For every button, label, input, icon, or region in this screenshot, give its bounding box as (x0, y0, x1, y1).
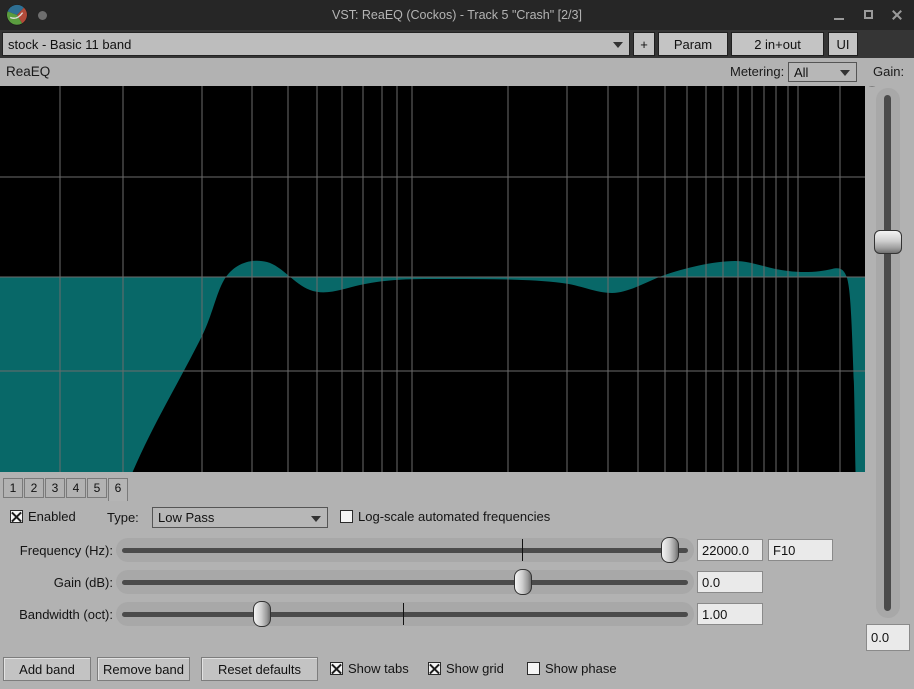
plugin-window: VST: ReaEQ (Cockos) - Track 5 "Crash" [2… (0, 0, 914, 689)
reset-defaults-button[interactable]: Reset defaults (201, 657, 318, 681)
enabled-label: Enabled (28, 509, 76, 524)
slider-track (122, 580, 688, 585)
gain-db-label: Gain (dB): (3, 575, 113, 590)
tab-band-4[interactable]: 4 (66, 478, 86, 498)
remove-band-button[interactable]: Remove band (97, 657, 190, 681)
eq-graph-panel (0, 86, 865, 472)
slider-track (122, 548, 688, 553)
bandwidth-slider[interactable] (116, 602, 694, 626)
show-tabs-checkbox[interactable] (330, 662, 343, 675)
preset-toolbar: stock - Basic 11 band + Param 2 in+out U… (0, 30, 914, 58)
log-scale-checkbox[interactable] (340, 510, 353, 523)
chevron-down-icon (311, 516, 321, 522)
eq-graph[interactable] (0, 86, 865, 472)
show-phase-checkbox[interactable] (527, 662, 540, 675)
log-scale-label: Log-scale automated frequencies (358, 509, 550, 524)
enabled-control: Enabled (10, 509, 76, 524)
bandwidth-label: Bandwidth (oct): (3, 607, 113, 622)
metering-label: Metering: (730, 58, 784, 86)
frequency-shortcut[interactable]: F10 (768, 539, 833, 561)
bandwidth-slider-thumb[interactable] (253, 601, 271, 627)
maximize-icon (864, 10, 873, 19)
frequency-slider[interactable] (116, 538, 694, 562)
show-grid-checkbox[interactable] (428, 662, 441, 675)
metering-dropdown[interactable]: All (788, 62, 857, 82)
preset-dropdown[interactable]: stock - Basic 11 band (2, 32, 630, 56)
frequency-slider-thumb[interactable] (661, 537, 679, 563)
slider-track (884, 95, 891, 611)
band-tabs: 123456 (3, 478, 129, 501)
maximize-button[interactable] (856, 0, 882, 30)
plugin-header: ReaEQ Metering: All Gain: (0, 58, 914, 86)
chevron-down-icon (613, 42, 623, 48)
metering-value: All (794, 63, 834, 81)
log-scale-control: Log-scale automated frequencies (340, 509, 550, 524)
enabled-checkbox[interactable] (10, 510, 23, 523)
frequency-label: Frequency (Hz): (3, 543, 113, 558)
minimize-button[interactable] (826, 0, 852, 30)
show-phase-label: Show phase (545, 661, 617, 676)
titlebar[interactable]: VST: ReaEQ (Cockos) - Track 5 "Crash" [2… (0, 0, 914, 30)
ui-button[interactable]: UI (828, 32, 858, 56)
gain-slider[interactable] (116, 570, 694, 594)
window-title: VST: ReaEQ (Cockos) - Track 5 "Crash" [2… (0, 0, 914, 30)
slider-tick (403, 603, 404, 625)
io-button[interactable]: 2 in+out (731, 32, 824, 56)
bandwidth-value[interactable]: 1.00 (697, 603, 763, 625)
slider-tick (522, 539, 523, 561)
filter-type-value: Low Pass (158, 508, 305, 527)
show-tabs-control: Show tabs (330, 661, 409, 676)
close-button[interactable] (884, 0, 910, 30)
plugin-name: ReaEQ (6, 58, 50, 86)
show-grid-label: Show grid (446, 661, 504, 676)
gain-label: Gain: (873, 58, 904, 86)
output-gain-slider-thumb[interactable] (874, 230, 902, 254)
minimize-icon (834, 18, 844, 20)
gain-value[interactable]: 0.0 (697, 571, 763, 593)
tab-band-6[interactable]: 6 (108, 478, 128, 501)
tab-band-3[interactable]: 3 (45, 478, 65, 498)
tab-band-5[interactable]: 5 (87, 478, 107, 498)
type-label: Type: (107, 510, 139, 525)
show-tabs-label: Show tabs (348, 661, 409, 676)
preset-value: stock - Basic 11 band (8, 33, 607, 55)
gain-slider-thumb[interactable] (514, 569, 532, 595)
frequency-value[interactable]: 22000.0 (697, 539, 763, 561)
add-preset-button[interactable]: + (633, 32, 655, 56)
show-phase-control: Show phase (527, 661, 617, 676)
output-gain-value[interactable]: 0.0 (866, 624, 910, 651)
filter-type-dropdown[interactable]: Low Pass (152, 507, 328, 528)
tab-band-1[interactable]: 1 (3, 478, 23, 498)
chevron-down-icon (840, 70, 850, 76)
add-band-button[interactable]: Add band (3, 657, 91, 681)
tab-band-2[interactable]: 2 (24, 478, 44, 498)
slider-track (122, 612, 688, 617)
show-grid-control: Show grid (428, 661, 504, 676)
param-button[interactable]: Param (658, 32, 728, 56)
output-gain-slider[interactable] (876, 88, 900, 618)
